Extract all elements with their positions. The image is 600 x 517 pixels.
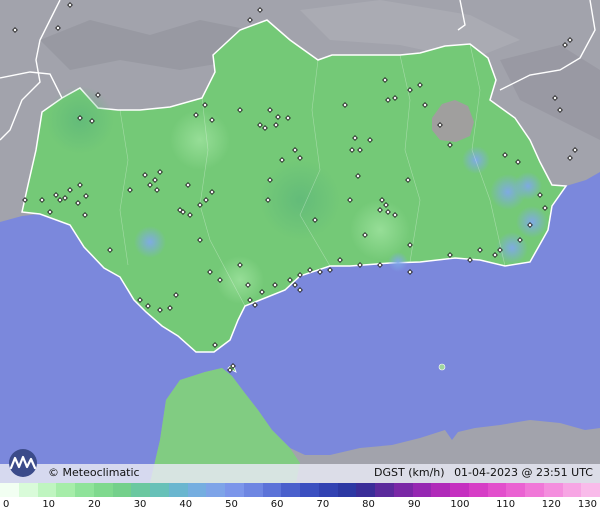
legend-swatch xyxy=(525,483,544,497)
legend-swatch xyxy=(581,483,600,497)
gust-patch xyxy=(514,172,542,200)
legend-tick-label: 30 xyxy=(133,499,147,510)
legend-tick-label: 70 xyxy=(316,499,330,510)
legend-swatch xyxy=(337,483,357,497)
legend-swatch xyxy=(37,483,57,497)
legend-tick-labels: 0 10 20 30 40 50 60 70 80 90 100 110 120 130 xyxy=(0,497,600,517)
legend-swatch xyxy=(262,483,282,497)
copyright-label: © Meteoclimatic xyxy=(48,466,140,479)
legend-tick-label: 120 xyxy=(541,499,561,510)
legend-swatch xyxy=(431,483,450,497)
map-caption: DGST (km/h) 01-04-2023 @ 23:51 UTC xyxy=(374,466,593,480)
legend-tick-label: 110 xyxy=(496,499,516,510)
legend-swatch xyxy=(318,483,338,497)
legend-swatch xyxy=(187,483,207,497)
legend-swatch xyxy=(393,483,413,497)
alboran-island xyxy=(438,363,446,371)
legend-swatch xyxy=(243,483,263,497)
legend-swatch xyxy=(543,483,563,497)
legend-swatch xyxy=(93,483,113,497)
legend-tick-label: 100 xyxy=(450,499,470,510)
legend-tick-label: 50 xyxy=(225,499,238,510)
legend-swatch xyxy=(468,483,488,497)
map-canvas[interactable] xyxy=(0,0,600,483)
legend-swatch xyxy=(150,483,169,497)
legend-swatch xyxy=(112,483,132,497)
gust-patch xyxy=(516,206,548,238)
gust-patch xyxy=(260,160,340,240)
legend-tick-label: 80 xyxy=(362,499,375,510)
legend-swatch xyxy=(131,483,150,497)
legend-tick-label: 20 xyxy=(88,499,101,510)
legend-swatch xyxy=(356,483,375,497)
map-frame: © Meteoclimatic DGST (km/h) 01-04-2023 @… xyxy=(0,0,600,517)
legend-tick-label: 130 xyxy=(577,499,597,510)
legend-swatch xyxy=(206,483,225,497)
legend-swatch xyxy=(0,483,19,497)
legend-tick-label: 0 xyxy=(3,499,10,510)
legend-swatch xyxy=(75,483,94,497)
legend-swatch xyxy=(450,483,469,497)
legend-swatch xyxy=(375,483,394,497)
legend-swatch xyxy=(281,483,300,497)
legend-swatch xyxy=(18,483,38,497)
legend-tick-label: 40 xyxy=(179,499,193,510)
legend-swatch xyxy=(412,483,432,497)
legend-color-scale xyxy=(0,483,600,497)
gust-patch xyxy=(462,146,490,174)
gust-patch xyxy=(134,226,166,258)
meteoclimatic-logo xyxy=(9,449,37,477)
legend-tick-label: 90 xyxy=(407,499,421,510)
legend-swatch xyxy=(300,483,319,497)
legend-swatch xyxy=(506,483,525,497)
legend-swatch xyxy=(562,483,582,497)
legend-swatch xyxy=(487,483,507,497)
legend-tick-label: 10 xyxy=(42,499,56,510)
legend-tick-label: 60 xyxy=(270,499,284,510)
datetime-label: 01-04-2023 @ 23:51 UTC xyxy=(454,466,593,479)
legend-swatch xyxy=(168,483,188,497)
legend-swatch xyxy=(56,483,75,497)
gust-patch xyxy=(170,110,230,170)
variable-label: DGST (km/h) xyxy=(374,466,445,479)
legend-swatch xyxy=(225,483,244,497)
